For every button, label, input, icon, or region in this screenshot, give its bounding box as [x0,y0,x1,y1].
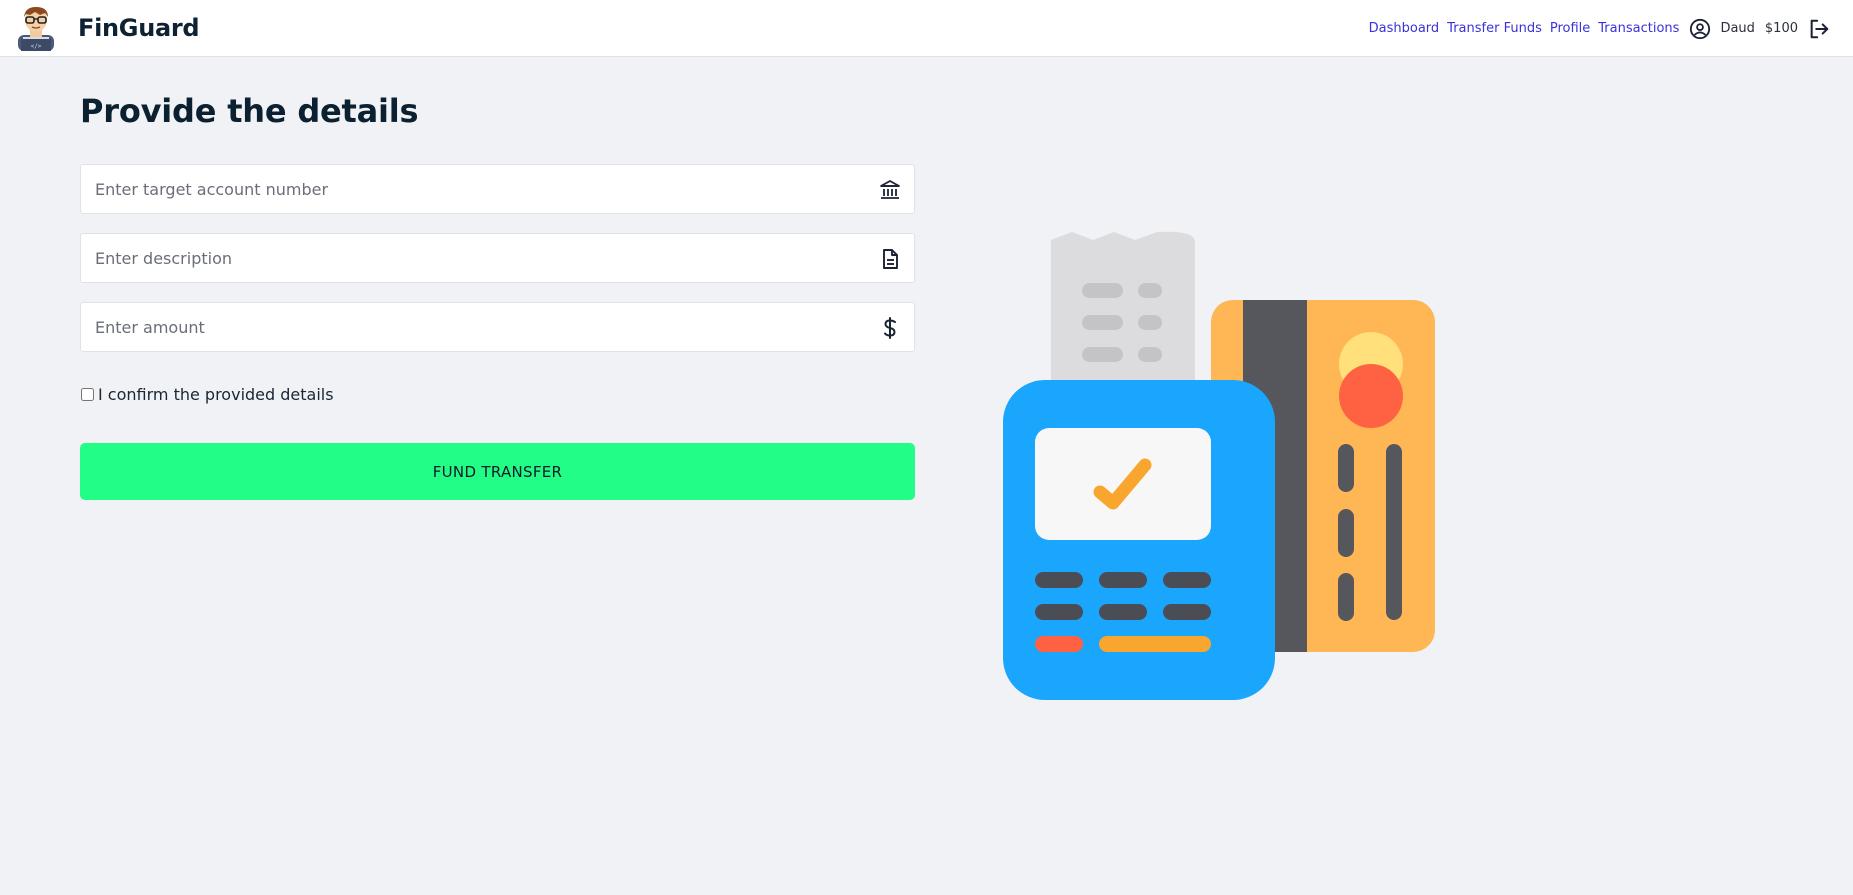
brand-name: FinGuard [78,14,200,42]
dollar-icon [884,317,896,339]
user-circle-icon[interactable] [1689,18,1711,40]
account-balance: $100 [1764,21,1798,36]
nav-dashboard[interactable]: Dashboard [1369,21,1440,36]
account-number-input[interactable] [81,165,914,213]
bank-icon [880,180,900,199]
user-name: Daud [1720,21,1755,36]
account-number-field [80,164,915,214]
developer-avatar-logo: </> [18,7,54,51]
page-title: Provide the details [80,92,419,130]
nav-profile[interactable]: Profile [1550,21,1590,36]
confirm-checkbox[interactable] [81,388,94,401]
nav-transfer-funds[interactable]: Transfer Funds [1447,21,1542,36]
logout-icon[interactable] [1808,18,1830,40]
brand[interactable]: </> FinGuard [15,5,200,51]
amount-input[interactable] [81,303,914,351]
nav-transactions[interactable]: Transactions [1598,21,1679,36]
document-icon [883,249,898,269]
description-input[interactable] [81,234,914,282]
top-navbar: </> FinGuard Dashboard Transfer Funds Pr… [0,0,1853,57]
confirm-details-row[interactable]: I confirm the provided details [80,385,334,404]
main-nav: Dashboard Transfer Funds Profile Transac… [1361,0,1830,57]
amount-field [80,302,915,352]
svg-text:</>: </> [31,43,42,50]
confirm-label: I confirm the provided details [98,385,334,404]
fund-transfer-button[interactable]: FUND TRANSFER [80,443,915,500]
payment-terminal-illustration [1003,231,1435,700]
description-field [80,233,915,283]
